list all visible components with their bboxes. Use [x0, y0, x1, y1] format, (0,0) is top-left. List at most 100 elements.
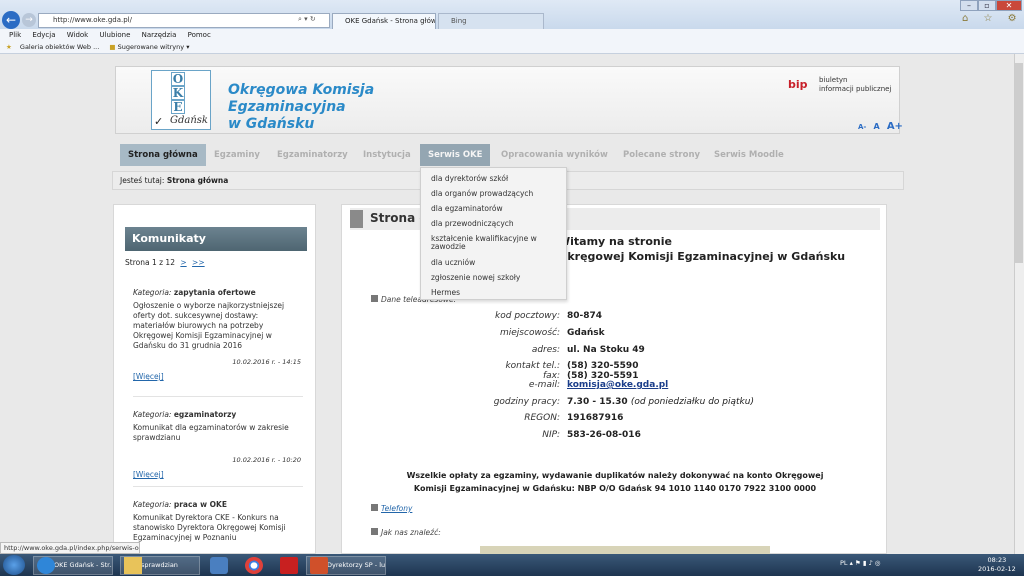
- back-button[interactable]: ←: [2, 11, 20, 29]
- news-more-link[interactable]: [Więcej]: [133, 372, 301, 382]
- font-normal-button[interactable]: A: [873, 122, 879, 131]
- oke-logo[interactable]: O K E ✓ Gdańsk: [151, 70, 211, 130]
- hours-value: 7.30 - 15.30 (od poniedziałku do piątku): [567, 397, 754, 407]
- news-category[interactable]: zapytania ofertowe: [174, 288, 256, 297]
- font-larger-button[interactable]: A+: [887, 121, 903, 132]
- news-text[interactable]: Ogłoszenie o wyborze najkorzystniejszej …: [133, 301, 301, 351]
- hours-time: 7.30 - 15.30: [567, 397, 628, 407]
- nav-instytucja[interactable]: Instytucja: [355, 144, 419, 166]
- dd-dyrektorzy[interactable]: dla dyrektorów szkół: [431, 175, 563, 183]
- system-tray: PL ▴ ⚑ ▮ ♪ ◎: [840, 559, 880, 567]
- chrome-icon[interactable]: [245, 557, 263, 574]
- pager: Strona 1 z 12 > >>: [125, 258, 205, 267]
- favorites-bar: ★ Galeria obiektów Web ... ■ Sugerowane …: [0, 41, 1024, 54]
- dd-przewodniczacy[interactable]: dla przewodniczących: [431, 220, 563, 228]
- site-title-line2: w Gdańsku: [228, 116, 315, 132]
- forward-button[interactable]: →: [22, 13, 36, 27]
- nav-egzaminatorzy[interactable]: Egzaminatorzy: [269, 144, 356, 166]
- bullet-icon: [371, 528, 378, 535]
- news-text[interactable]: Komunikat dla egzaminatorów w zakresie s…: [133, 423, 301, 443]
- news-text[interactable]: Komunikat Dyrektora CKE - Konkurs na sta…: [133, 513, 301, 543]
- tab-oke[interactable]: OKE Gdańsk - Strona główna: [332, 13, 436, 29]
- pager-next[interactable]: >: [180, 258, 186, 267]
- section-phones: Telefony: [371, 504, 412, 513]
- nip-value: 583-26-08-016: [567, 430, 641, 440]
- pager-last[interactable]: >>: [192, 258, 205, 267]
- logo-letter-e: E: [171, 100, 185, 114]
- home-icon[interactable]: ⌂ ☆ ⚙: [962, 13, 1023, 24]
- main-nav: Strona główna Egzaminy Egzaminatorzy Ins…: [120, 144, 900, 166]
- start-button[interactable]: [3, 555, 25, 575]
- welcome-line1: Witamy na stronie: [558, 235, 672, 248]
- nav-moodle[interactable]: Serwis Moodle: [706, 144, 792, 166]
- address-value: ul. Na Stoku 49: [567, 345, 645, 355]
- find-us-label: Jak nas znaleźć:: [381, 528, 441, 537]
- maximize-button[interactable]: ▫: [978, 0, 996, 11]
- email-link[interactable]: komisja@oke.gda.pl: [567, 380, 668, 390]
- bip-label[interactable]: biuletyn informacji publicznej: [819, 76, 899, 94]
- pdf-icon[interactable]: [280, 557, 298, 574]
- dd-nowa-szkola[interactable]: zgłoszenie nowej szkoły: [431, 274, 563, 282]
- nav-opracowania[interactable]: Opracowania wyników: [493, 144, 616, 166]
- fees-line1: Wszelkie opłaty za egzaminy, wydawanie d…: [406, 471, 824, 480]
- site-title[interactable]: Okręgowa Komisja Egzaminacyjna w Gdańsku: [228, 82, 488, 133]
- tray-icons[interactable]: ▴ ⚑ ▮ ♪ ◎: [850, 559, 881, 567]
- language-indicator[interactable]: PL: [840, 559, 848, 567]
- hours-note: (od poniedziałku do piątku): [630, 397, 754, 407]
- clock-date: 2016-02-12: [978, 565, 1016, 573]
- news-item: Kategoria: egzaminatorzy Komunikat dla e…: [133, 410, 301, 480]
- news-category[interactable]: egzaminatorzy: [174, 410, 236, 419]
- scrollbar-thumb[interactable]: [1015, 63, 1023, 263]
- nav-egzaminy[interactable]: Egzaminy: [206, 144, 268, 166]
- ie-icon: [37, 557, 55, 574]
- news-date: 10.02.2016 r. - 14:15: [232, 358, 301, 366]
- search-icon[interactable]: ⌕ ▾ ↻: [298, 15, 316, 24]
- dd-hermes[interactable]: Hermes: [431, 289, 563, 297]
- bullet-icon: [371, 295, 378, 302]
- fav-gallery[interactable]: Galeria obiektów Web ...: [20, 43, 99, 51]
- address-bar[interactable]: http://www.oke.gda.pl/: [38, 13, 330, 28]
- minimize-button[interactable]: –: [960, 0, 978, 11]
- serwis-oke-dropdown: dla dyrektorów szkół dla organów prowadz…: [420, 167, 567, 300]
- menu-file[interactable]: Plik: [9, 31, 21, 39]
- news-item: Kategoria: praca w OKE Komunikat Dyrekto…: [133, 500, 301, 543]
- dd-uczniowie[interactable]: dla uczniów: [431, 259, 563, 267]
- city-value: Gdańsk: [567, 328, 605, 338]
- pager-label: Strona 1 z 12: [125, 258, 175, 267]
- fav-suggested[interactable]: Sugerowane witryny: [118, 43, 185, 51]
- news-category[interactable]: praca w OKE: [174, 500, 227, 509]
- nav-strona-glowna[interactable]: Strona główna: [120, 144, 206, 166]
- site-title-line1: Okręgowa Komisja Egzaminacyjna: [228, 82, 375, 115]
- email-label: e-mail:: [528, 380, 560, 390]
- font-size-controls: A- A A+: [858, 121, 907, 132]
- bullet-icon: [371, 504, 378, 511]
- star-icon[interactable]: ★: [6, 43, 12, 51]
- dd-ksztalcenie[interactable]: kształcenie kwalifikacyjne w zawodzie: [431, 235, 563, 251]
- phones-link[interactable]: Telefony: [381, 504, 412, 513]
- menu-view[interactable]: Widok: [67, 31, 89, 39]
- chevron-down-icon[interactable]: ▾: [186, 43, 189, 51]
- header-marker: [350, 210, 363, 228]
- postal-label: kod pocztowy:: [495, 311, 560, 321]
- bip-line1: biuletyn: [819, 76, 848, 84]
- city-label: miejscowość:: [500, 328, 560, 338]
- checkmark-icon: ✓: [154, 115, 164, 128]
- close-button[interactable]: ✕: [996, 0, 1022, 11]
- news-date: 10.02.2016 r. - 10:20: [232, 456, 301, 464]
- media-player-icon[interactable]: [210, 557, 228, 574]
- font-smaller-button[interactable]: A-: [858, 123, 866, 131]
- menu-edit[interactable]: Edycja: [32, 31, 55, 39]
- menu-tools[interactable]: Narzędzia: [142, 31, 177, 39]
- clock-time: 08:23: [987, 556, 1007, 564]
- news-more-link[interactable]: [Więcej]: [133, 470, 301, 480]
- clock[interactable]: 08:23 2016-02-12: [978, 556, 1016, 574]
- nav-serwis-oke[interactable]: Serwis OKE: [420, 144, 491, 166]
- dd-organy[interactable]: dla organów prowadzących: [431, 190, 563, 198]
- dd-egzaminatorzy[interactable]: dla egzaminatorów: [431, 205, 563, 213]
- menu-help[interactable]: Pomoc: [188, 31, 211, 39]
- bip-logo[interactable]: bip: [788, 78, 818, 102]
- nav-polecane[interactable]: Polecane strony: [615, 144, 708, 166]
- map-image[interactable]: [480, 546, 770, 554]
- tab-bing[interactable]: Bing: [438, 13, 544, 29]
- menu-favorites[interactable]: Ulubione: [99, 31, 130, 39]
